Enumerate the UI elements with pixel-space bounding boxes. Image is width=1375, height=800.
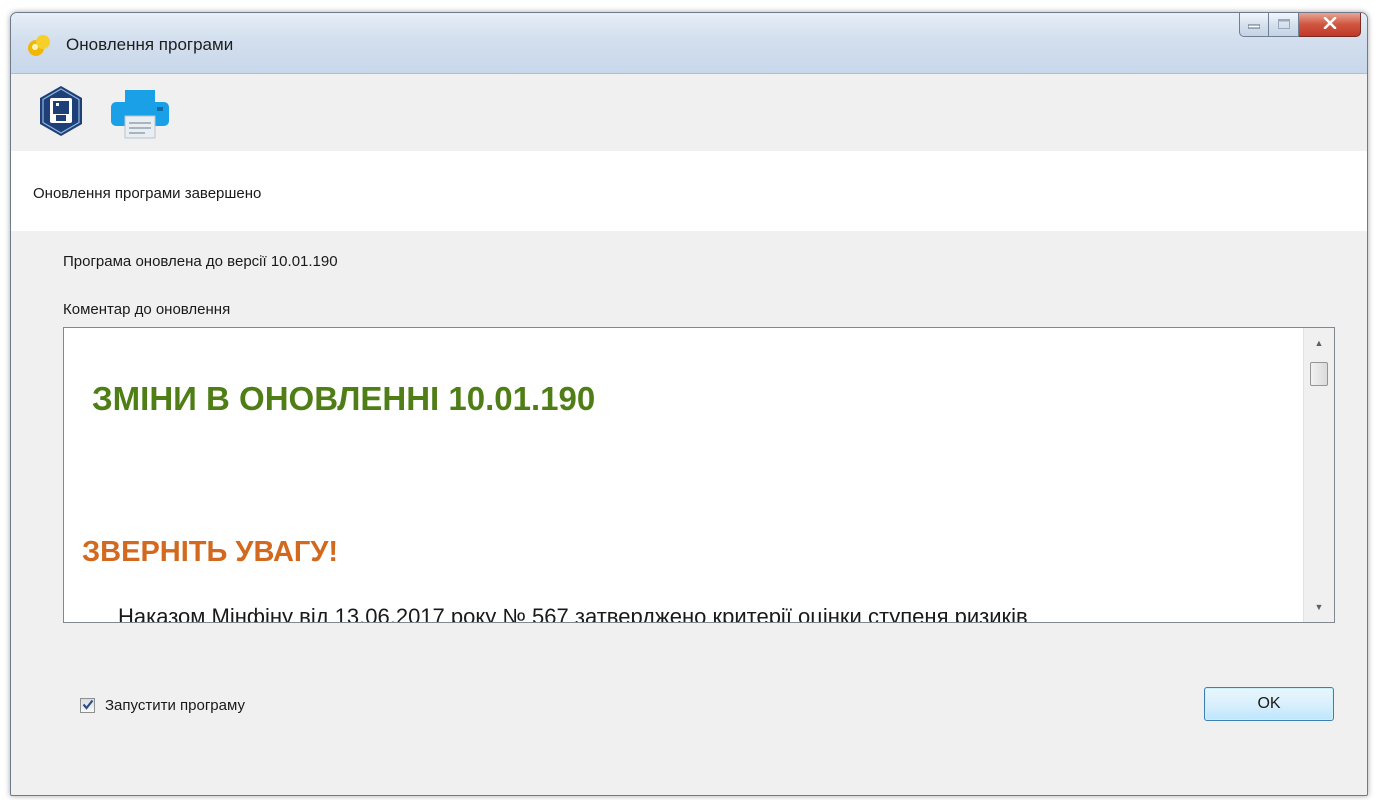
checkbox-box[interactable] [80,698,95,713]
maximize-icon [1277,16,1290,34]
arrow-up-icon: ▲ [1314,338,1324,348]
update-comment-viewer[interactable]: ЗМІНИ В ОНОВЛЕННІ 10.01.190 ЗВЕРНІТЬ УВА… [63,327,1335,623]
minimize-button[interactable] [1239,13,1269,37]
comment-label: Коментар до оновлення [63,301,231,318]
app-logo-icon [26,33,54,59]
run-program-label: Запустити програму [105,697,245,714]
update-status-text: Оновлення програми завершено [33,185,262,202]
minimize-icon [1247,16,1261,34]
save-icon[interactable] [37,84,85,143]
attention-heading: ЗВЕРНІТЬ УВАГУ! [82,536,339,568]
comment-paragraph: Наказом Мінфіну від 13.06.2017 року № 56… [118,604,1028,623]
maximize-button[interactable] [1269,13,1299,37]
close-icon [1323,16,1337,34]
scroll-down-button[interactable]: ▼ [1304,596,1334,618]
window-controls [1239,13,1361,39]
update-dialog: Оновлення програми Оновлення програми за… [10,12,1368,796]
scroll-thumb[interactable] [1310,362,1328,386]
printer-icon[interactable] [109,88,171,145]
version-info-text: Програма оновлена до версії 10.01.190 [63,253,338,270]
scroll-up-button[interactable]: ▲ [1304,332,1334,354]
title-bar[interactable]: Оновлення програми [11,13,1367,74]
arrow-down-icon: ▼ [1314,602,1324,612]
comment-scrollbar[interactable]: ▲ ▼ [1303,328,1334,622]
ok-button[interactable]: OK [1204,687,1334,721]
run-program-checkbox[interactable]: Запустити програму [80,697,245,714]
window-title: Оновлення програми [66,35,234,54]
changes-heading: ЗМІНИ В ОНОВЛЕННІ 10.01.190 [92,380,596,417]
toolbar [11,74,1367,150]
close-button[interactable] [1299,13,1361,37]
checkmark-icon [82,697,94,715]
